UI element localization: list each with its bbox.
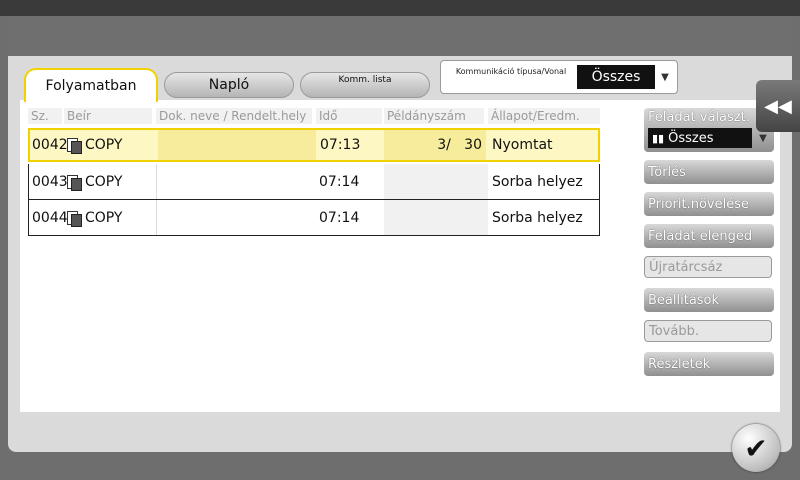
tab-naplo-label: Napló [208, 77, 250, 93]
col-header-ido: Idő [316, 108, 382, 124]
row-time: 07:13 [320, 137, 361, 153]
increase-priority-button[interactable]: Priorit.növelése [644, 192, 774, 216]
row-status: Sorba helyez [492, 209, 583, 226]
top-bar [0, 0, 800, 16]
checkmark-icon[interactable]: ✔ [732, 424, 780, 472]
column-divider [156, 200, 157, 235]
row-status: Nyomtat [492, 137, 553, 153]
col-header-sz: Sz. [28, 108, 62, 124]
row-type-label: COPY [85, 137, 123, 153]
document-icon [66, 210, 82, 227]
release-job-button[interactable]: Feladat elenged [644, 224, 774, 248]
col-header-allapot: Állapot/Eredm. [488, 108, 600, 124]
tab-komm-lista[interactable]: Komm. lista [300, 72, 430, 98]
delete-button[interactable]: Törlés [644, 160, 774, 184]
comm-type-value[interactable]: Összes [577, 65, 655, 89]
tab-folyamatban-label: Folyamatban [45, 78, 137, 94]
job-select-dropdown[interactable]: Feladat választ. ▮▮ Összes ▼ [644, 108, 774, 152]
row-type-label: COPY [85, 173, 123, 190]
comm-type-label: Kommunikáció típusa/Vonal [455, 67, 567, 76]
details-button[interactable]: Részletek [644, 352, 774, 376]
settings-button[interactable]: Beállítások [644, 288, 774, 312]
table-row[interactable]: 0044 COPY 07:14 Sorba helyez [28, 200, 600, 236]
header-area [8, 16, 792, 56]
row-copies: 3/ 30 [384, 130, 486, 160]
row-type: COPY [66, 130, 158, 160]
row-time: 07:14 [319, 173, 360, 190]
job-select-value-label: Összes [668, 130, 714, 146]
col-header-peldany: Példányszám [384, 108, 484, 124]
forward-button[interactable]: Tovább. [644, 320, 772, 342]
table-row[interactable]: 0042 COPY 07:13 3/ 30 Nyomtat [28, 128, 600, 162]
chevron-down-icon[interactable]: ▼ [657, 65, 673, 89]
job-select-label: Feladat választ. [648, 110, 750, 125]
tab-folyamatban[interactable]: Folyamatban [24, 68, 158, 102]
job-select-value[interactable]: ▮▮ Összes [648, 128, 752, 148]
row-type: COPY [66, 164, 158, 199]
row-time: 07:14 [319, 209, 360, 226]
column-divider [156, 164, 157, 199]
col-header-doc: Dok. neve / Rendelt.hely [156, 108, 312, 124]
row-no: 0043 [32, 173, 68, 190]
double-chevron-left-icon[interactable]: ◀◀ [756, 80, 800, 132]
row-type: COPY [66, 200, 158, 235]
tab-naplo[interactable]: Napló [164, 72, 294, 98]
row-copies [384, 164, 488, 199]
table-row[interactable]: 0043 COPY 07:14 Sorba helyez [28, 164, 600, 200]
row-doc [158, 130, 316, 160]
comm-type-filter[interactable]: Kommunikáció típusa/Vonal Összes ▼ [440, 60, 678, 94]
tab-komm-lista-label: Komm. lista [338, 75, 392, 85]
document-icon [66, 137, 82, 154]
redial-button[interactable]: Újratárcsáz [644, 256, 772, 278]
documents-icon: ▮▮ [652, 131, 665, 145]
row-copies [384, 200, 488, 235]
document-icon [66, 174, 82, 191]
row-status: Sorba helyez [492, 173, 583, 190]
row-no: 0042 [32, 137, 68, 153]
row-no: 0044 [32, 209, 68, 226]
row-type-label: COPY [85, 209, 123, 226]
col-header-beir: Beír [64, 108, 152, 124]
